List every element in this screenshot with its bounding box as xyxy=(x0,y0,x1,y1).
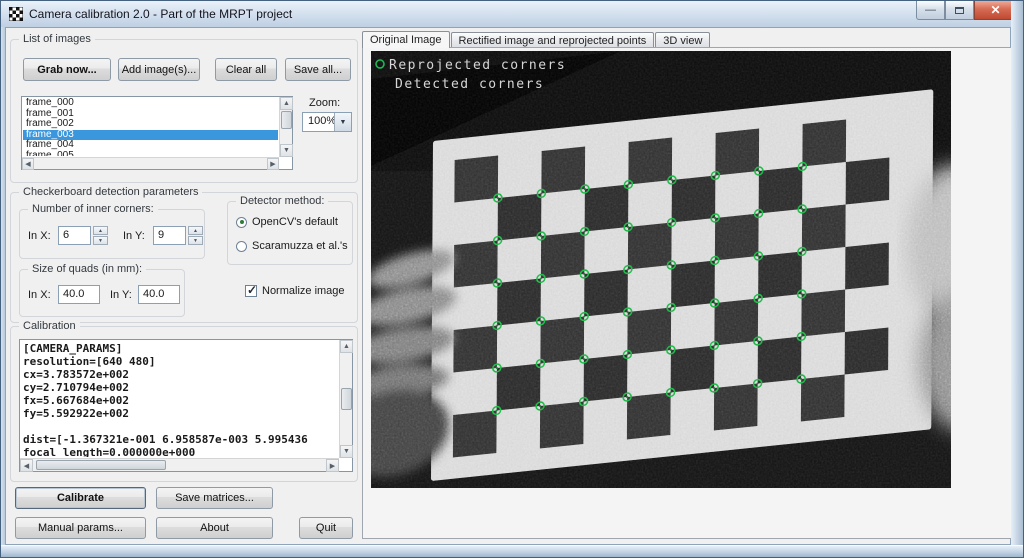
scroll-left-icon[interactable]: ◀ xyxy=(20,459,33,472)
quads-x-field[interactable]: 40.0 xyxy=(58,285,100,304)
window-frame-left xyxy=(1,27,5,557)
save-all-button[interactable]: Save all... xyxy=(285,58,351,81)
maximize-icon xyxy=(955,7,964,14)
title-bar[interactable]: Camera calibration 2.0 - Part of the MRP… xyxy=(1,1,1023,27)
corners-y-field[interactable]: 9 xyxy=(153,226,186,245)
close-icon: ✕ xyxy=(990,3,1000,17)
scroll-thumb[interactable] xyxy=(36,460,166,470)
group-list-of-images: List of images Grab now... Add image(s).… xyxy=(10,39,358,183)
spin-up-icon[interactable]: ▲ xyxy=(93,226,108,235)
corners-x-stepper[interactable]: ▲▼ xyxy=(93,226,108,245)
client-area: List of images Grab now... Add image(s).… xyxy=(5,27,1011,545)
scroll-up-icon[interactable]: ▲ xyxy=(280,97,293,110)
list-vertical-scrollbar[interactable]: ▲ ▼ xyxy=(279,97,292,157)
window-frame-bottom xyxy=(1,545,1023,557)
tab-3d-view[interactable]: 3D view xyxy=(655,32,710,48)
calib-horizontal-scrollbar[interactable]: ◀ ▶ xyxy=(20,458,339,471)
zoom-select[interactable]: 100% ▼ xyxy=(302,112,352,132)
app-icon-checkerboard xyxy=(9,7,23,21)
normalize-image-checkbox[interactable]: Normalize image xyxy=(245,285,345,297)
calibration-output[interactable]: [CAMERA_PARAMS] resolution=[640 480] cx=… xyxy=(19,339,353,472)
list-horizontal-scrollbar[interactable]: ◀ ▶ xyxy=(22,157,279,169)
quit-button[interactable]: Quit xyxy=(299,517,353,539)
radio-selected-icon[interactable] xyxy=(236,217,247,228)
corners-y-stepper[interactable]: ▲▼ xyxy=(188,226,203,245)
add-images-button[interactable]: Add image(s)... xyxy=(118,58,200,81)
spin-up-icon[interactable]: ▲ xyxy=(188,226,203,235)
quads-y-field[interactable]: 40.0 xyxy=(138,285,180,304)
zoom-label: Zoom: xyxy=(309,97,340,109)
quad-size-label: Size of quads (in mm): xyxy=(28,263,146,275)
save-matrices-button[interactable]: Save matrices... xyxy=(156,487,273,509)
camera-image[interactable]: Reprojected corners Detected corners xyxy=(371,51,951,488)
scroll-down-icon[interactable]: ▼ xyxy=(340,445,353,458)
tab-original-image[interactable]: Original Image xyxy=(362,31,450,48)
group-quad-size: Size of quads (in mm): In X: 40.0 In Y: … xyxy=(19,269,185,317)
in-y-label: In Y: xyxy=(123,230,145,242)
app-window: Camera calibration 2.0 - Part of the MRP… xyxy=(0,0,1024,558)
scroll-right-icon[interactable]: ▶ xyxy=(267,158,279,170)
calib-vertical-scrollbar[interactable]: ▲ ▼ xyxy=(339,340,352,458)
calibration-label: Calibration xyxy=(19,320,80,332)
corners-x-field[interactable]: 6 xyxy=(58,226,91,245)
viewer-tabbar: Original Image Rectified image and repro… xyxy=(362,31,711,48)
group-inner-corners: Number of inner corners: In X: 6 ▲▼ In Y… xyxy=(19,209,205,259)
calibration-text: [CAMERA_PARAMS] resolution=[640 480] cx=… xyxy=(23,342,337,457)
list-item[interactable]: frame_004 xyxy=(23,140,278,151)
group-list-label: List of images xyxy=(19,33,95,45)
list-item[interactable]: frame_000 xyxy=(23,98,278,109)
checkbox-check-icon[interactable] xyxy=(245,285,257,297)
group-checker-label: Checkerboard detection parameters xyxy=(19,186,202,198)
calibration-photo: Reprojected corners Detected corners xyxy=(371,51,951,488)
window-title: Camera calibration 2.0 - Part of the MRP… xyxy=(29,7,292,21)
legend-reprojected: Reprojected corners xyxy=(389,58,566,73)
image-list[interactable]: frame_000 frame_001 frame_002 frame_003 … xyxy=(21,96,293,170)
zoom-value: 100% xyxy=(308,115,336,127)
in-x-label: In X: xyxy=(28,230,51,242)
manual-params-button[interactable]: Manual params... xyxy=(15,517,146,539)
detector-method-label: Detector method: xyxy=(236,195,328,207)
calibrate-button[interactable]: Calibrate xyxy=(15,487,146,509)
inner-corners-label: Number of inner corners: xyxy=(28,203,158,215)
group-checkerboard-params: Checkerboard detection parameters Number… xyxy=(10,192,358,323)
chevron-down-icon[interactable]: ▼ xyxy=(334,113,351,131)
scroll-left-icon[interactable]: ◀ xyxy=(22,158,34,170)
scroll-thumb[interactable] xyxy=(341,388,352,410)
scroll-thumb[interactable] xyxy=(281,111,292,129)
quads-x-label: In X: xyxy=(28,289,51,301)
quads-y-label: In Y: xyxy=(110,289,132,301)
scroll-right-icon[interactable]: ▶ xyxy=(326,459,339,472)
radio-scaramuzza[interactable]: Scaramuzza et al.'s xyxy=(236,240,348,252)
group-calibration: Calibration [CAMERA_PARAMS] resolution=[… xyxy=(10,326,358,482)
list-item[interactable]: frame_005 xyxy=(23,151,278,157)
legend-detected: Detected corners xyxy=(395,77,544,92)
radio-icon[interactable] xyxy=(236,241,247,252)
scroll-up-icon[interactable]: ▲ xyxy=(340,340,353,353)
tab-rectified-image[interactable]: Rectified image and reprojected points xyxy=(451,32,655,48)
clear-all-button[interactable]: Clear all xyxy=(215,58,277,81)
maximize-button[interactable] xyxy=(945,1,974,20)
group-detector-method: Detector method: OpenCV's default Scaram… xyxy=(227,201,353,265)
minimize-button[interactable]: — xyxy=(916,1,945,20)
window-frame-right xyxy=(1011,1,1023,557)
radio-opencv-default[interactable]: OpenCV's default xyxy=(236,216,338,228)
viewer-panel: Reprojected corners Detected corners xyxy=(362,47,1012,539)
grab-now-button[interactable]: Grab now... xyxy=(23,58,111,81)
list-item[interactable]: frame_002 xyxy=(23,119,278,130)
about-button[interactable]: About xyxy=(156,517,273,539)
scroll-down-icon[interactable]: ▼ xyxy=(280,144,293,157)
spin-down-icon[interactable]: ▼ xyxy=(93,236,108,245)
spin-down-icon[interactable]: ▼ xyxy=(188,236,203,245)
minimize-icon: — xyxy=(925,4,936,16)
